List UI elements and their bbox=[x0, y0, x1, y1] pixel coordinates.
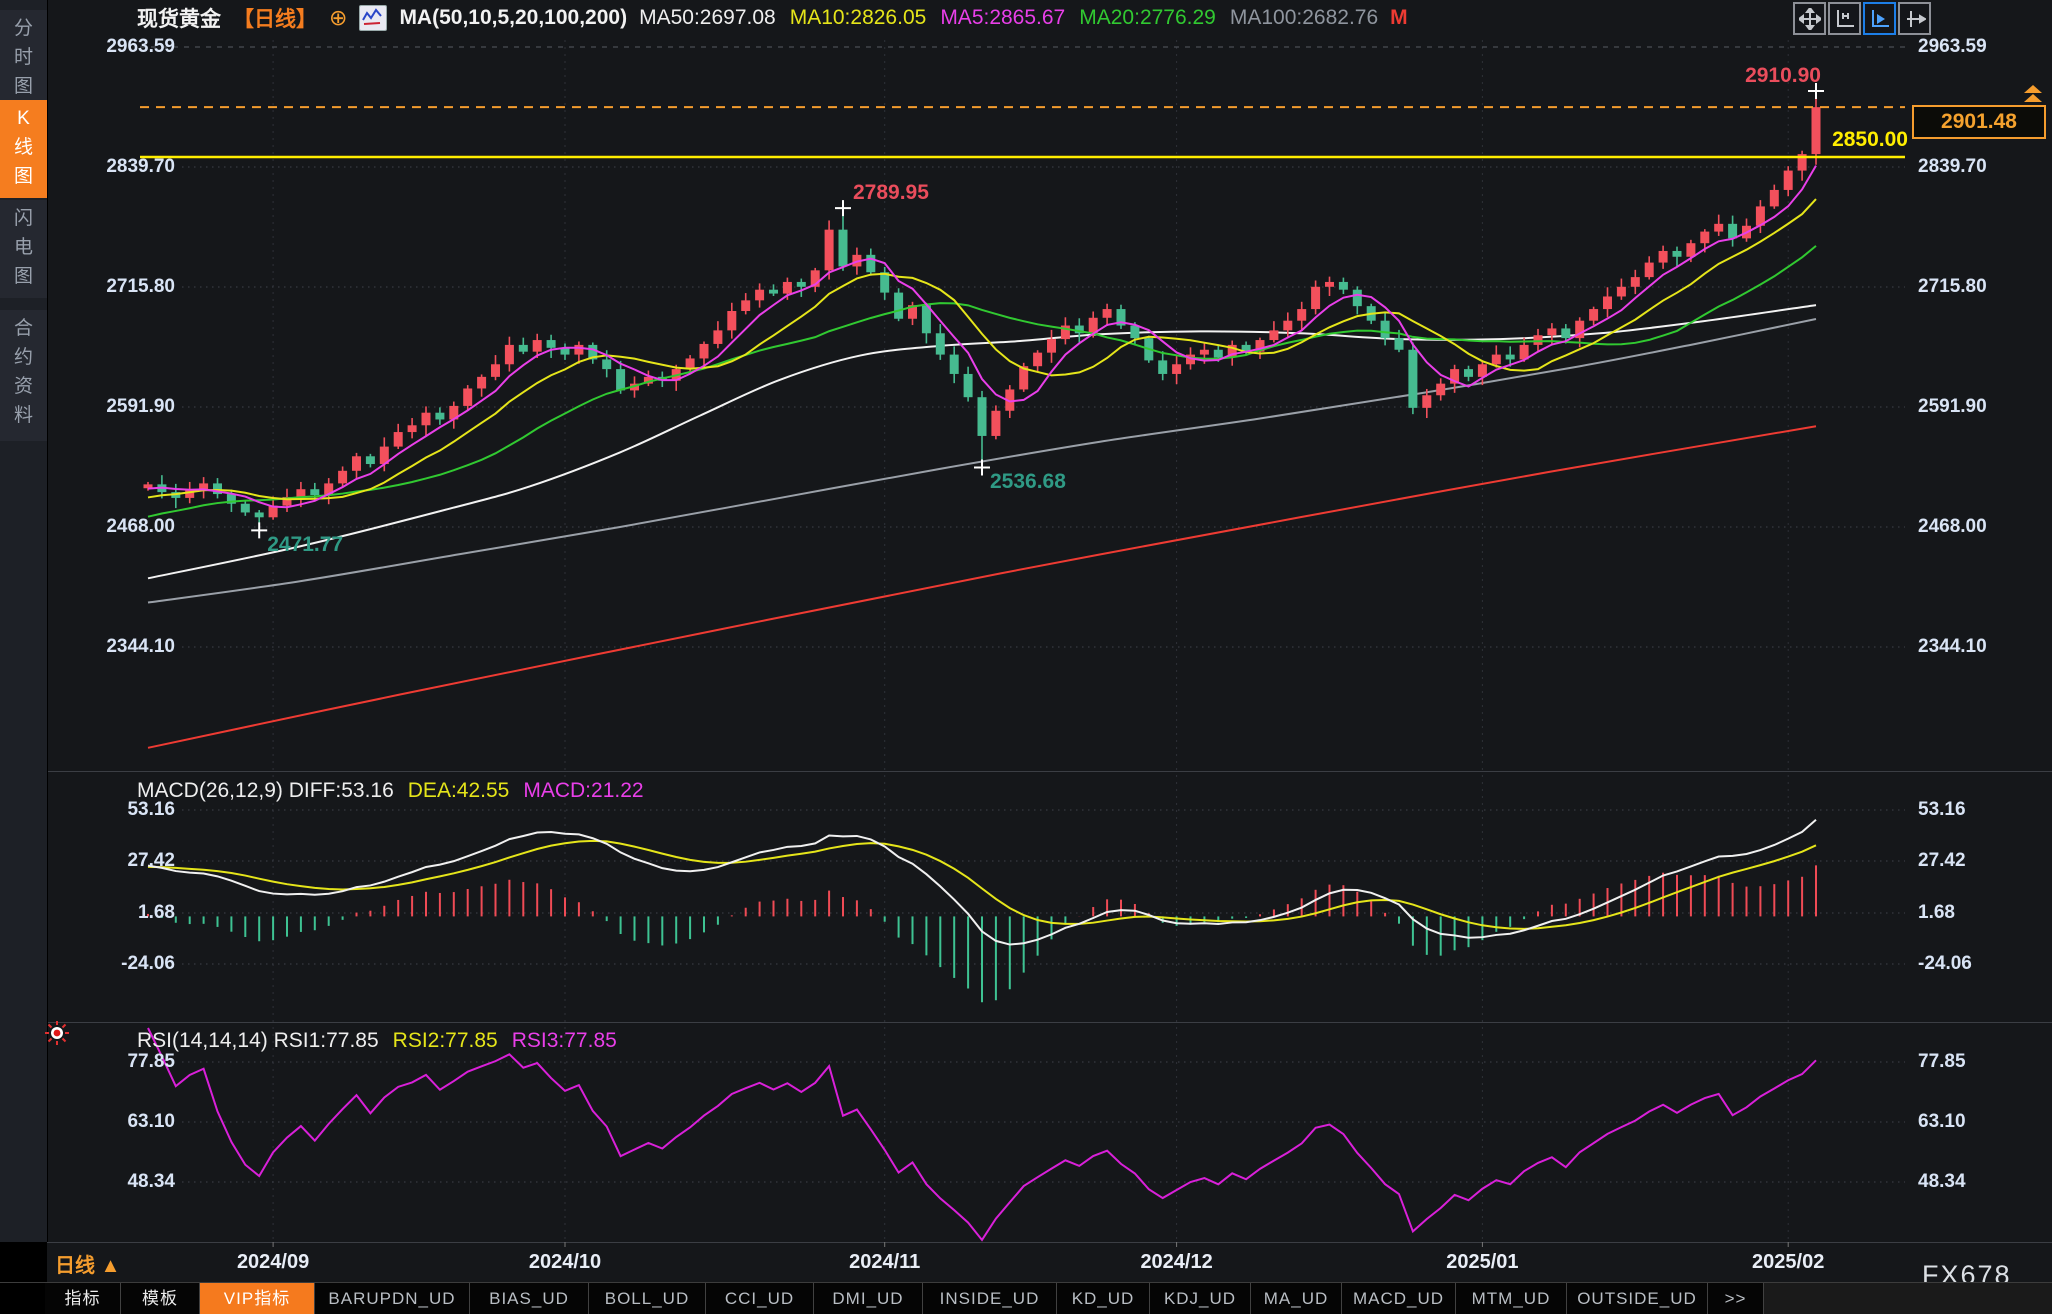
ma200-label: M bbox=[1390, 6, 1408, 30]
current-price-box: 2901.48 bbox=[1912, 105, 2046, 139]
toolbar-tab-KD_UD[interactable]: KD_UD bbox=[1057, 1283, 1150, 1314]
macd-value-label-right: 27.42 bbox=[1918, 850, 2048, 872]
toolbar-tab-OUTSIDE_UD[interactable]: OUTSIDE_UD bbox=[1567, 1283, 1708, 1314]
auto-scroll-icon[interactable] bbox=[1863, 2, 1896, 35]
sidebar-tab-分时图[interactable]: 分时图 bbox=[0, 10, 47, 102]
ma-group-label: MA(50,10,5,20,100,200) bbox=[399, 6, 627, 30]
main-price-label-left: 2468.00 bbox=[60, 516, 175, 538]
add-compare-icon[interactable]: ⊕ bbox=[329, 5, 347, 31]
sidebar-tab-合约资料[interactable]: 合约资料 bbox=[0, 310, 47, 441]
toolbar-tab-BARUPDN_UD[interactable]: BARUPDN_UD bbox=[315, 1283, 470, 1314]
ma-value-chip: MA100:2682.76 bbox=[1230, 6, 1378, 30]
x-axis-month-label: 2024/12 bbox=[1107, 1251, 1247, 1274]
macd-header-chip: MACD(26,12,9) DIFF:53.16 bbox=[137, 779, 394, 803]
macd-value-label-right: 53.16 bbox=[1918, 799, 2048, 821]
rsi-value-label-left: 63.10 bbox=[60, 1111, 175, 1133]
ma-values: MA50:2697.08 MA10:2826.05 MA5:2865.67 MA20:… bbox=[639, 6, 1378, 30]
rsi-value-label-right: 48.34 bbox=[1918, 1171, 2048, 1193]
rsi-value-label-right: 63.10 bbox=[1918, 1111, 2048, 1133]
toolbar-tab-BOLL_UD[interactable]: BOLL_UD bbox=[589, 1283, 706, 1314]
macd-header: MACD(26,12,9) DIFF:53.16 DEA:42.55 MACD:21… bbox=[137, 779, 644, 803]
toolbar-tab-MACD_UD[interactable]: MACD_UD bbox=[1342, 1283, 1456, 1314]
main-price-label-left: 2715.80 bbox=[60, 276, 175, 298]
chart-toolbar-icons bbox=[1793, 2, 1931, 35]
swing-annotation: 2910.90 bbox=[1666, 64, 1821, 88]
left-sidebar: 分时图K线图闪电图合约资料 bbox=[0, 0, 48, 1242]
chart-type-icon[interactable] bbox=[359, 5, 387, 31]
pan-move-icon[interactable] bbox=[1793, 2, 1826, 35]
main-price-label-right: 2591.90 bbox=[1918, 396, 2048, 418]
chart-canvas bbox=[0, 0, 2052, 1314]
rsi-value-label-right: 77.85 bbox=[1918, 1051, 2048, 1073]
toolbar-tab-模板[interactable]: 模板 bbox=[121, 1283, 200, 1314]
symbol-title: 现货黄金 bbox=[137, 3, 221, 33]
trading-app: 现货黄金 【日线】 ⊕ MA(50,10,5,20,100,200) MA50:… bbox=[0, 0, 2052, 1314]
indicator-toolbar: 指标模板VIP指标BARUPDN_UDBIAS_UDBOLL_UDCCI_UDD… bbox=[0, 1282, 2052, 1314]
toolbar-tab-MA_UD[interactable]: MA_UD bbox=[1251, 1283, 1342, 1314]
rsi-value-label-left: 48.34 bbox=[60, 1171, 175, 1193]
main-price-label-right: 2468.00 bbox=[1918, 516, 2048, 538]
right-offset-icon[interactable] bbox=[1898, 2, 1931, 35]
toolbar-tab-CCI_UD[interactable]: CCI_UD bbox=[706, 1283, 814, 1314]
sidebar-tab-闪电图[interactable]: 闪电图 bbox=[0, 200, 47, 298]
rsi-header-chip: RSI2:77.85 bbox=[393, 1029, 498, 1053]
rsi-header: RSI(14,14,14) RSI1:77.85 RSI2:77.85 RSI3:7… bbox=[137, 1029, 617, 1053]
main-price-label-right: 2839.70 bbox=[1918, 156, 2048, 178]
x-axis-month-label: 2025/02 bbox=[1718, 1251, 1858, 1274]
toolbar-tab-VIP指标[interactable]: VIP指标 bbox=[200, 1283, 315, 1314]
period-tag: 【日线】 bbox=[233, 3, 317, 33]
main-price-label-left: 2839.70 bbox=[60, 156, 175, 178]
macd-value-label-right: -24.06 bbox=[1918, 953, 2048, 975]
main-price-label-left: 2591.90 bbox=[60, 396, 175, 418]
macd-header-chip: DEA:42.55 bbox=[408, 779, 510, 803]
rsi-header-chip: RSI(14,14,14) RSI1:77.85 bbox=[137, 1029, 379, 1053]
toolbar-tab-KDJ_UD[interactable]: KDJ_UD bbox=[1150, 1283, 1251, 1314]
ma-value-chip: MA10:2826.05 bbox=[790, 6, 927, 30]
axis-scale-icon[interactable] bbox=[1828, 2, 1861, 35]
toolbar-filler bbox=[1764, 1283, 2052, 1314]
main-price-label-right: 2963.59 bbox=[1918, 36, 2048, 58]
alert-line-label: 2850.00 bbox=[1700, 128, 1908, 152]
toolbar-tab-BIAS_UD[interactable]: BIAS_UD bbox=[470, 1283, 589, 1314]
rsi-header-chip: RSI3:77.85 bbox=[512, 1029, 617, 1053]
swing-annotation: 2536.68 bbox=[990, 470, 1066, 494]
swing-annotation: 2471.77 bbox=[267, 533, 343, 557]
ma-value-chip: MA20:2776.29 bbox=[1079, 6, 1216, 30]
main-price-label-left: 2344.10 bbox=[60, 636, 175, 658]
toolbar-tab-INSIDE_UD[interactable]: INSIDE_UD bbox=[923, 1283, 1057, 1314]
macd-value-label-left: 27.42 bbox=[60, 850, 175, 872]
toolbar-tab->>[interactable]: >> bbox=[1708, 1283, 1764, 1314]
x-axis-month-label: 2024/11 bbox=[815, 1251, 955, 1274]
toolbar-tab-指标[interactable]: 指标 bbox=[45, 1283, 121, 1314]
jump-to-latest-icon[interactable] bbox=[2024, 85, 2044, 103]
macd-value-label-left: -24.06 bbox=[60, 953, 175, 975]
ma-value-chip: MA50:2697.08 bbox=[639, 6, 776, 30]
ma-value-chip: MA5:2865.67 bbox=[940, 6, 1065, 30]
main-price-label-right: 2715.80 bbox=[1918, 276, 2048, 298]
main-price-label-right: 2344.10 bbox=[1918, 636, 2048, 658]
x-axis-month-label: 2024/10 bbox=[495, 1251, 635, 1274]
alert-bell-icon[interactable] bbox=[44, 1020, 70, 1051]
x-axis-month-label: 2024/09 bbox=[203, 1251, 343, 1274]
sidebar-tab-K线图[interactable]: K线图 bbox=[0, 100, 47, 198]
toolbar-corner bbox=[0, 1283, 45, 1314]
toolbar-tab-DMI_UD[interactable]: DMI_UD bbox=[814, 1283, 923, 1314]
macd-header-chip: MACD:21.22 bbox=[523, 779, 643, 803]
chart-header: 现货黄金 【日线】 ⊕ MA(50,10,5,20,100,200) MA50:… bbox=[137, 4, 1408, 32]
period-selector[interactable]: 日线 ▲ bbox=[55, 1249, 120, 1278]
macd-value-label-right: 1.68 bbox=[1918, 902, 2048, 924]
x-axis-month-label: 2025/01 bbox=[1412, 1251, 1552, 1274]
macd-value-label-left: 1.68 bbox=[60, 902, 175, 924]
toolbar-tab-MTM_UD[interactable]: MTM_UD bbox=[1456, 1283, 1567, 1314]
main-price-label-left: 2963.59 bbox=[60, 36, 175, 58]
rsi-value-label-left: 77.85 bbox=[60, 1051, 175, 1073]
swing-annotation: 2789.95 bbox=[853, 181, 929, 205]
